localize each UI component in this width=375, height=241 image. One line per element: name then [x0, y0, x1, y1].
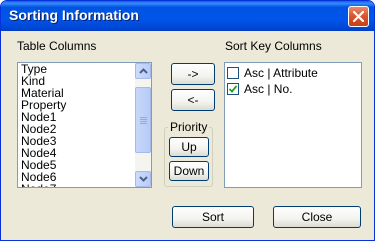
sort-key-item[interactable]: Asc | Attribute [227, 65, 318, 81]
table-columns-list[interactable]: Type Kind Material Property Node1 Node2 Node3 N… [17, 62, 152, 188]
check-icon [229, 85, 237, 93]
close-x-icon [353, 11, 364, 22]
chevron-down-icon [139, 176, 148, 182]
table-columns-scrollbar[interactable] [135, 63, 151, 187]
sort-key-checkbox[interactable] [227, 67, 239, 79]
sort-key-label: Asc | No. [244, 82, 293, 96]
sort-key-columns-label: Sort Key Columns [225, 39, 322, 53]
close-window-button[interactable] [348, 6, 369, 27]
title-bar[interactable]: Sorting Information [1, 1, 374, 31]
sort-key-item[interactable]: Asc | No. [227, 81, 292, 97]
list-item[interactable]: Node7 [18, 183, 135, 187]
priority-label: Priority [168, 120, 210, 134]
priority-up-button[interactable]: Up [169, 137, 209, 157]
scroll-thumb[interactable] [135, 87, 151, 153]
sorting-information-dialog: Sorting Information Table Columns Type Ki… [0, 0, 375, 241]
sort-key-columns-list[interactable]: Asc | Attribute Asc | No. [224, 62, 362, 188]
sort-key-checkbox[interactable] [227, 83, 239, 95]
scroll-down-button[interactable] [135, 171, 151, 187]
move-right-button[interactable]: -> [171, 63, 215, 85]
table-columns-label: Table Columns [17, 39, 97, 53]
window-title: Sorting Information [9, 7, 139, 23]
priority-down-button[interactable]: Down [169, 161, 209, 181]
move-left-button[interactable]: <- [171, 89, 215, 111]
sort-key-label: Asc | Attribute [244, 66, 318, 80]
sort-button[interactable]: Sort [172, 206, 254, 228]
chevron-up-icon [139, 68, 148, 74]
close-button[interactable]: Close [273, 206, 361, 228]
scroll-up-button[interactable] [135, 63, 151, 79]
